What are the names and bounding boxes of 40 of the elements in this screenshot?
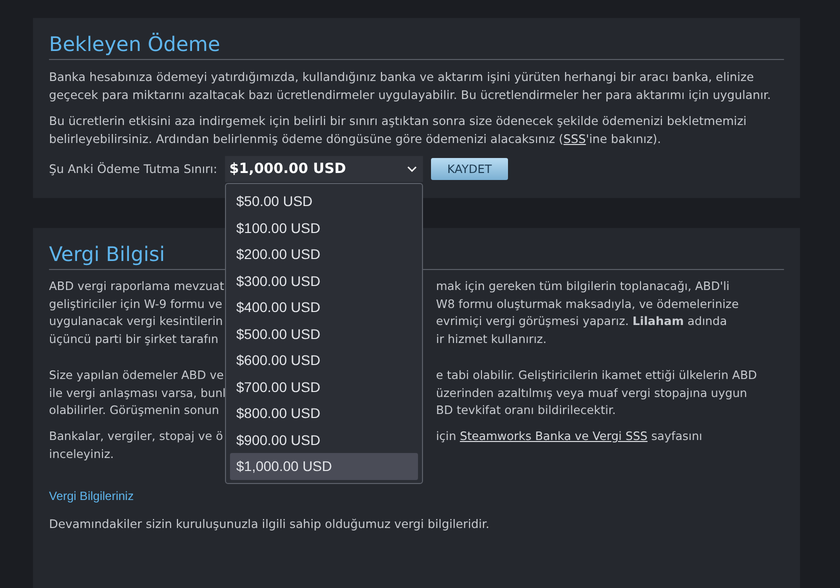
- text-fragment: inceleyiniz.: [49, 446, 115, 463]
- subsection-title: Vergi Bilgileriniz: [49, 489, 135, 504]
- text-fragment: Size yapılan ödemeler ABD ve: [49, 366, 225, 384]
- dropdown-option[interactable]: $100.00 USD: [230, 214, 418, 241]
- paragraph: Devamındakiler sizin kuruluşunuzla ilgili sahip olduğumuz vergi bilgileridir.: [49, 516, 490, 534]
- save-button[interactable]: KAYDET: [431, 158, 508, 180]
- dropdown-option[interactable]: $800.00 USD: [230, 400, 418, 426]
- dropdown-option[interactable]: $400.00 USD: [230, 294, 418, 320]
- text-fragment: üzerinden azaltılmış veya muaf vergi stopajına uygun: [436, 384, 748, 402]
- text-fragment: mak için gereken tüm bilgilerin toplanacağı, ABD'li: [436, 278, 730, 295]
- dropdown-option[interactable]: $300.00 USD: [230, 268, 418, 294]
- text-fragment: Bankalar, vergiler, stopaj ve ö: [49, 428, 224, 445]
- text-fragment: ir hizmet kullanırız.: [436, 331, 547, 348]
- text-fragment: üçüncü parti bir şirket tarafın: [49, 331, 220, 348]
- text-fragment: ile vergi anlaşması varsa, bunl: [49, 384, 227, 402]
- dropdown-option[interactable]: $200.00 USD: [230, 241, 418, 268]
- dropdown-option[interactable]: $1,000.00 USD: [230, 453, 418, 480]
- section-title: Bekleyen Ödeme: [49, 32, 784, 60]
- faq-link[interactable]: SSS: [563, 132, 586, 146]
- text-fragment: BD tevkifat oranı bildirilecektir.: [436, 402, 616, 420]
- text-fragment: geliştiriciler için W-9 formu ve: [49, 296, 224, 313]
- text-fragment: uygulanacak vergi kesintilerin: [49, 313, 224, 330]
- threshold-select[interactable]: $1,000.00 USD: [225, 156, 424, 182]
- text-fragment: ABD vergi raporlama mevzuat: [49, 278, 226, 295]
- dropdown-option[interactable]: $600.00 USD: [230, 347, 418, 374]
- paragraph: Bu ücretlerin etkisini aza indirgemek için belirli bir sınırı aştıktan sonra size ödenecek şekilde ödemenizi bekletmemizi belirleyebilirsiniz. Ardından belirlenmiş ödeme döngüsüne göre ödemenizi alacaksınız (SSS'ine bakınız).: [49, 113, 748, 148]
- chevron-icon: [407, 166, 418, 172]
- dropdown-option[interactable]: $900.00 USD: [230, 426, 418, 453]
- dropdown-option[interactable]: $500.00 USD: [230, 320, 418, 347]
- text-fragment: W8 formu oluşturmak maksadıyla, ve ödemelerinize: [436, 296, 739, 313]
- threshold-label: Şu Anki Ödeme Tutma Sınırı:: [49, 162, 218, 176]
- text-fragment: e tabi olabilir. Geliştiricilerin ikamet ettiği ülkelerin ABD: [436, 366, 757, 384]
- paragraph: Banka hesabınıza ödemeyi yatırdığımızda, kullandığınız banka ve aktarım işini yürüten herhangi bir aracı banka, elinize geçecek para miktarını azaltacak bazı ücretlendirmeler uygulayabilir. Bu ücretlendirmeler her para aktarımı için uygulanır.: [49, 69, 772, 104]
- text-fragment: olabilirler. Görüşmenin sonun: [49, 402, 220, 420]
- text-fragment: için: [436, 428, 456, 445]
- dropdown-option[interactable]: $50.00 USD: [230, 188, 418, 214]
- text-fragment: sayfasını: [651, 428, 702, 445]
- text-fragment: evrimiçi vergi görüşmesi yaparız. Lilaham adında: [436, 313, 727, 330]
- faq-link[interactable]: Steamworks Banka ve Vergi SSS: [460, 428, 648, 446]
- dropdown-option[interactable]: $700.00 USD: [230, 374, 418, 400]
